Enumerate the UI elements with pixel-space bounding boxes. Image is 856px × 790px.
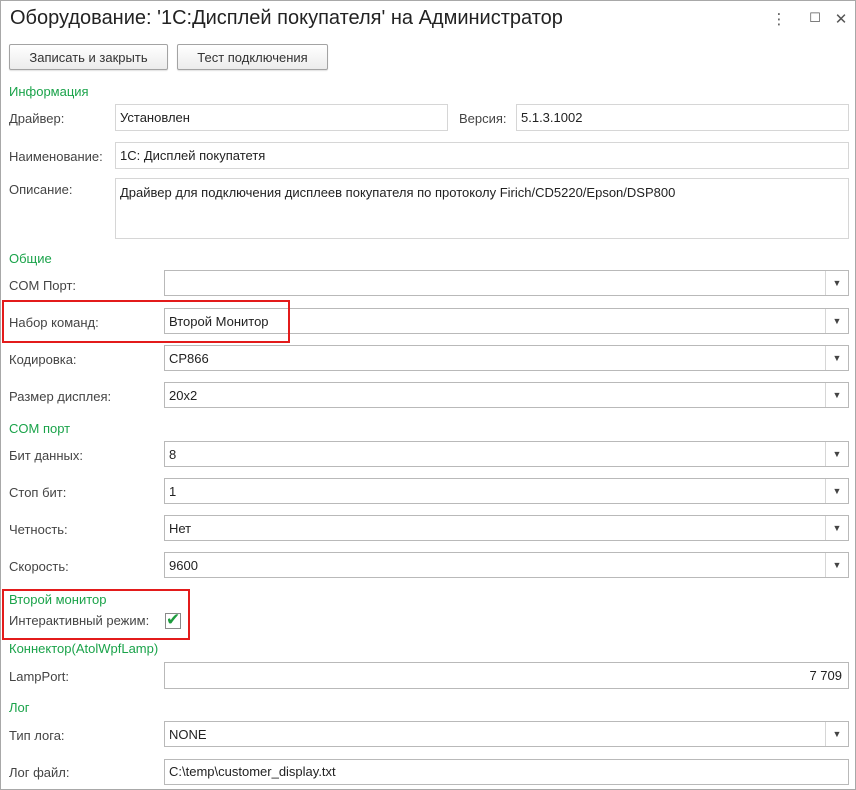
- section-log-title: Лог: [9, 700, 30, 715]
- parity-label: Четность:: [9, 522, 68, 537]
- encoding-value: CP866: [169, 351, 209, 366]
- test-connection-button[interactable]: Тест подключения: [177, 44, 328, 70]
- description-field: Драйвер для подключения дисплеев покупат…: [115, 178, 849, 239]
- log-file-label: Лог файл:: [9, 765, 70, 780]
- com-port-select[interactable]: ▼: [164, 270, 849, 296]
- log-type-label: Тип лога:: [9, 728, 65, 743]
- section-general-title: Общие: [9, 251, 52, 266]
- log-type-select[interactable]: NONE ▼: [164, 721, 849, 747]
- dropdown-arrow-icon[interactable]: ▼: [825, 309, 848, 333]
- encoding-select[interactable]: CP866 ▼: [164, 345, 849, 371]
- check-icon: ✔: [166, 610, 181, 629]
- name-label: Наименование:: [9, 149, 103, 164]
- equipment-window: Оборудование: '1С:Дисплей покупателя' на…: [0, 0, 856, 790]
- interactive-mode-checkbox[interactable]: ✔: [165, 610, 181, 629]
- log-type-value: NONE: [169, 727, 207, 742]
- stop-bits-label: Стоп бит:: [9, 485, 67, 500]
- version-field: 5.1.3.1002: [516, 104, 849, 131]
- description-label: Описание:: [9, 182, 73, 197]
- data-bits-value: 8: [169, 447, 177, 462]
- dropdown-arrow-icon[interactable]: ▼: [825, 271, 848, 295]
- display-size-select[interactable]: 20x2 ▼: [164, 382, 849, 408]
- interactive-mode-label: Интерактивный режим:: [9, 613, 150, 628]
- driver-label: Драйвер:: [9, 111, 65, 126]
- speed-select[interactable]: 9600 ▼: [164, 552, 849, 578]
- parity-value: Нет: [169, 521, 192, 536]
- dropdown-arrow-icon[interactable]: ▼: [825, 442, 848, 466]
- close-icon[interactable]: ✕: [831, 10, 851, 28]
- window-title: Оборудование: '1С:Дисплей покупателя' на…: [10, 7, 563, 29]
- display-size-label: Размер дисплея:: [9, 389, 112, 404]
- parity-select[interactable]: Нет ▼: [164, 515, 849, 541]
- log-file-input[interactable]: C:\temp\customer_display.txt: [164, 759, 849, 785]
- data-bits-select[interactable]: 8 ▼: [164, 441, 849, 467]
- name-field: 1С: Дисплей покупатетя: [115, 142, 849, 169]
- stop-bits-value: 1: [169, 484, 177, 499]
- lamp-port-input[interactable]: 7 709: [164, 662, 849, 689]
- section-connector-title: Коннектор(AtolWpfLamp): [9, 641, 159, 656]
- display-size-value: 20x2: [169, 388, 198, 403]
- speed-label: Скорость:: [9, 559, 69, 574]
- dropdown-arrow-icon[interactable]: ▼: [825, 553, 848, 577]
- dropdown-arrow-icon[interactable]: ▼: [825, 346, 848, 370]
- section-com-title: COM порт: [9, 421, 71, 436]
- dropdown-arrow-icon[interactable]: ▼: [825, 383, 848, 407]
- data-bits-label: Бит данных:: [9, 448, 83, 463]
- stop-bits-select[interactable]: 1 ▼: [164, 478, 849, 504]
- lamp-port-label: LampPort:: [9, 669, 69, 684]
- speed-value: 9600: [169, 558, 198, 573]
- section-second-monitor-title: Второй монитор: [9, 592, 107, 607]
- version-label: Версия:: [459, 111, 507, 126]
- command-set-highlight-box: [2, 300, 290, 343]
- section-info-title: Информация: [9, 84, 89, 99]
- maximize-icon[interactable]: ☐: [805, 10, 825, 26]
- com-port-label: COM Порт:: [9, 278, 77, 293]
- dropdown-arrow-icon[interactable]: ▼: [825, 479, 848, 503]
- dropdown-arrow-icon[interactable]: ▼: [825, 516, 848, 540]
- save-and-close-button[interactable]: Записать и закрыть: [9, 44, 168, 70]
- dropdown-arrow-icon[interactable]: ▼: [825, 722, 848, 746]
- more-menu-icon[interactable]: ⋮: [769, 10, 789, 28]
- driver-field: Установлен: [115, 104, 448, 131]
- encoding-label: Кодировка:: [9, 352, 77, 367]
